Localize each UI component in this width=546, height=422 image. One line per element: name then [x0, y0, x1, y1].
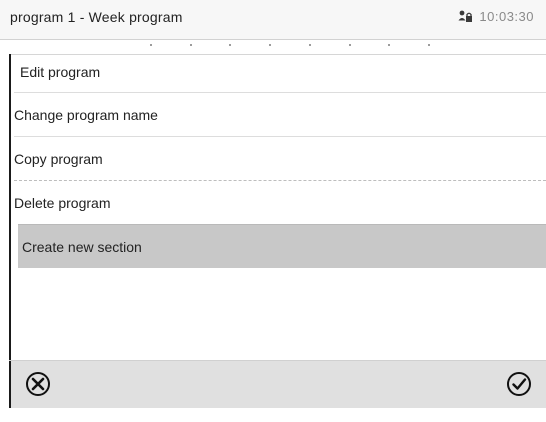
menu-item-label: Create new section	[22, 239, 142, 255]
program-menu: Change program name Copy program Delete …	[14, 92, 546, 268]
page-title: program 1 - Week program	[10, 9, 183, 25]
header-status: 10:03:30	[457, 8, 534, 24]
bottom-margin	[9, 408, 546, 422]
menu-item-label: Copy program	[14, 151, 103, 167]
menu-item-change-program-name[interactable]: Change program name	[14, 92, 546, 136]
user-lock-icon	[457, 8, 473, 24]
footer-bar	[11, 361, 546, 408]
menu-item-copy-program[interactable]: Copy program	[14, 136, 546, 180]
program-edit-screen: program 1 - Week program 10:03:30 Edit p…	[0, 0, 546, 422]
menu-item-label: Change program name	[14, 107, 158, 123]
top-divider	[9, 54, 546, 55]
menu-item-label: Delete program	[14, 195, 111, 211]
menu-item-delete-program[interactable]: Delete program	[14, 180, 546, 224]
clock-time: 10:03:30	[479, 8, 534, 24]
ruler-ticks	[150, 44, 430, 48]
status-header: program 1 - Week program 10:03:30	[0, 0, 546, 40]
cancel-circle-x-icon[interactable]	[23, 369, 53, 399]
confirm-circle-check-icon[interactable]	[504, 369, 534, 399]
menu-title: Edit program	[20, 64, 101, 80]
menu-item-create-new-section[interactable]: Create new section	[18, 224, 546, 268]
